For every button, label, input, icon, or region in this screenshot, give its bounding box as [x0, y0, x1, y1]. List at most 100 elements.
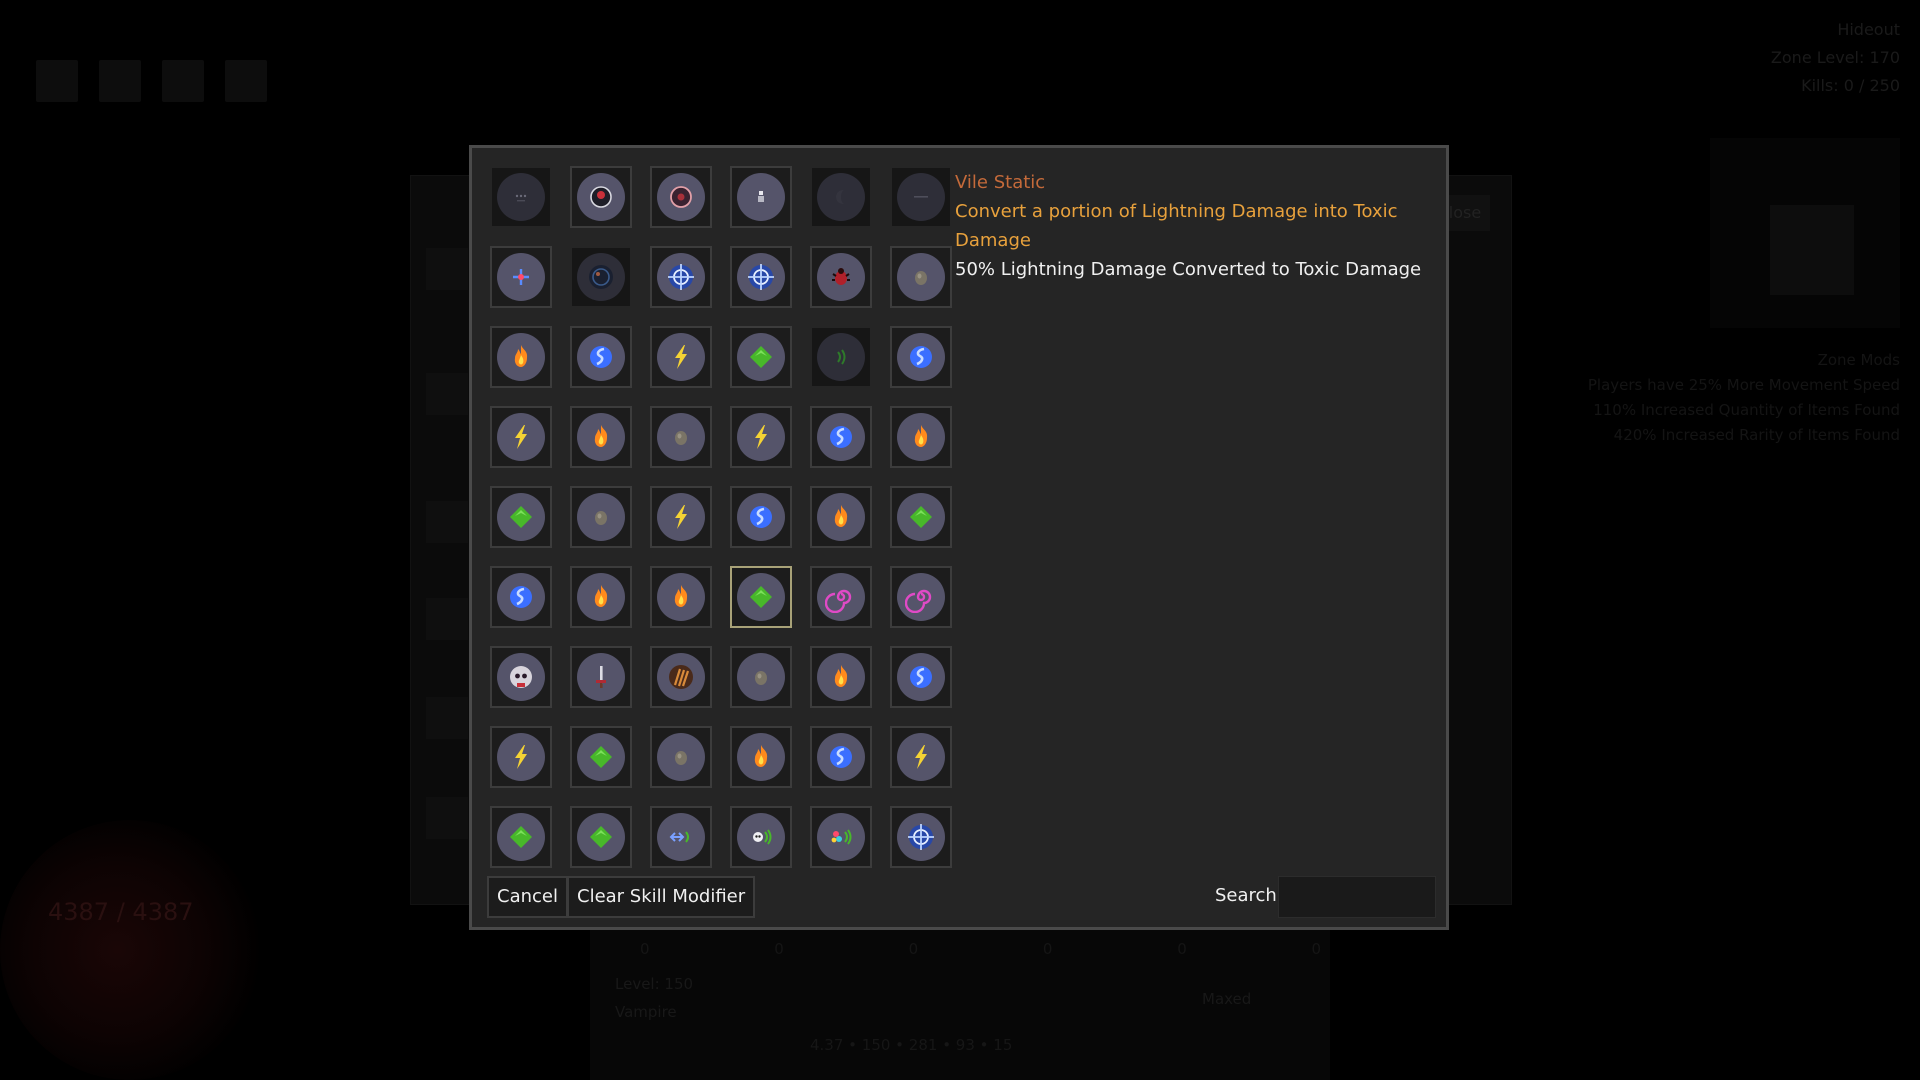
modifier-slot[interactable] [490, 326, 552, 388]
modifier-slot[interactable] [650, 646, 712, 708]
skill-slot-5[interactable] [426, 697, 468, 739]
skill-slot-4[interactable] [426, 598, 468, 640]
health-orb [0, 820, 260, 1080]
modifier-slot[interactable] [810, 406, 872, 468]
modifier-slot[interactable] [810, 166, 872, 228]
fire-icon [737, 733, 785, 781]
search-input[interactable] [1278, 876, 1436, 918]
modifier-effect: 50% Lightning Damage Converted to Toxic … [955, 259, 1422, 280]
modifier-slot[interactable] [730, 406, 792, 468]
modifier-slot[interactable] [490, 566, 552, 628]
health-text: 4387 / 4387 [48, 898, 194, 926]
fire-icon [497, 333, 545, 381]
modifier-slot[interactable] [890, 246, 952, 308]
skill-modifier-dialog: Vile Static Convert a portion of Lightni… [469, 145, 1449, 930]
modifier-slot[interactable] [890, 166, 952, 228]
modifier-slot[interactable] [730, 806, 792, 868]
modifier-slot[interactable] [490, 406, 552, 468]
modifier-description: Convert a portion of Lightning Damage in… [955, 201, 1398, 251]
modifier-slot[interactable] [650, 726, 712, 788]
water-icon [897, 653, 945, 701]
modifier-slot[interactable] [810, 726, 872, 788]
lightning-icon [897, 733, 945, 781]
modifier-slot[interactable] [810, 806, 872, 868]
modifier-slot[interactable] [570, 566, 632, 628]
toolbar-button-3[interactable] [162, 60, 204, 102]
toolbar-button-2[interactable] [99, 60, 141, 102]
modifier-slot[interactable] [570, 646, 632, 708]
modifier-slot[interactable] [810, 566, 872, 628]
modifier-slot[interactable] [650, 406, 712, 468]
modifier-slot[interactable] [490, 486, 552, 548]
modifier-slot[interactable] [730, 646, 792, 708]
modifier-slot[interactable] [810, 486, 872, 548]
skill-slot-2[interactable] [426, 373, 468, 415]
water-icon [497, 573, 545, 621]
clear-skill-modifier-button[interactable]: Clear Skill Modifier [567, 876, 756, 918]
character-stats: 4.37 • 150 • 281 • 93 • 15 [810, 1036, 1013, 1054]
modifier-slot[interactable] [810, 646, 872, 708]
modifier-slot[interactable] [490, 646, 552, 708]
toxic-icon [497, 493, 545, 541]
modifier-slot[interactable] [650, 166, 712, 228]
modifier-slot[interactable] [890, 486, 952, 548]
modifier-slot[interactable] [490, 806, 552, 868]
water-icon [577, 333, 625, 381]
modifier-slot[interactable] [730, 166, 792, 228]
multicolor-waves-icon [817, 813, 865, 861]
sonic-waves-icon [817, 333, 865, 381]
modifier-slot[interactable] [490, 166, 552, 228]
modifier-slot[interactable] [570, 166, 632, 228]
modifier-slot[interactable] [650, 246, 712, 308]
modifier-slot[interactable] [730, 726, 792, 788]
modifier-slot[interactable] [650, 566, 712, 628]
modifier-slot[interactable] [890, 326, 952, 388]
skill-slot-1[interactable] [426, 248, 468, 290]
modifier-slot[interactable] [730, 326, 792, 388]
search-label: Search [1215, 885, 1277, 906]
modifier-slot[interactable] [490, 246, 552, 308]
modifier-slot[interactable] [890, 806, 952, 868]
lightning-icon [657, 493, 705, 541]
sword-icon [577, 653, 625, 701]
toolbar-button-4[interactable] [225, 60, 267, 102]
modifier-slot[interactable] [810, 326, 872, 388]
modifier-slot[interactable] [730, 246, 792, 308]
toolbar-button-1[interactable] [36, 60, 78, 102]
stone-icon [657, 413, 705, 461]
modifier-slot[interactable] [890, 726, 952, 788]
modifier-slot[interactable] [570, 326, 632, 388]
toxic-icon [737, 333, 785, 381]
modifier-slot[interactable] [650, 486, 712, 548]
modifier-slot[interactable] [490, 726, 552, 788]
modifier-slot[interactable] [890, 566, 952, 628]
modifier-slot[interactable] [650, 806, 712, 868]
red-bug-icon [817, 253, 865, 301]
modifier-slot[interactable] [570, 406, 632, 468]
modifier-slot[interactable] [570, 246, 632, 308]
skill-slot-6[interactable] [426, 797, 468, 839]
modifier-name: Vile Static [955, 172, 1046, 193]
toxic-icon [737, 573, 785, 621]
zone-mods: Zone Mods Players have 25% More Movement… [1588, 348, 1900, 448]
modifier-slot[interactable] [890, 646, 952, 708]
fire-icon [897, 413, 945, 461]
stone-icon [657, 733, 705, 781]
modifier-slot[interactable] [730, 566, 792, 628]
modifier-slot[interactable] [570, 806, 632, 868]
skill-slot-3[interactable] [426, 501, 468, 543]
blue-crosshair-icon [897, 813, 945, 861]
modifier-slot[interactable] [650, 326, 712, 388]
modifier-slot[interactable] [890, 406, 952, 468]
modifier-slot[interactable] [730, 486, 792, 548]
arrow-waves-icon [657, 813, 705, 861]
water-icon [817, 733, 865, 781]
cancel-button[interactable]: Cancel [487, 876, 568, 918]
modifier-slot[interactable] [570, 726, 632, 788]
modifier-slot[interactable] [810, 246, 872, 308]
modifier-slot[interactable] [570, 486, 632, 548]
target-cross-icon [497, 253, 545, 301]
stone-icon [577, 493, 625, 541]
tiny-figure-icon [737, 173, 785, 221]
vortex-icon [817, 573, 865, 621]
